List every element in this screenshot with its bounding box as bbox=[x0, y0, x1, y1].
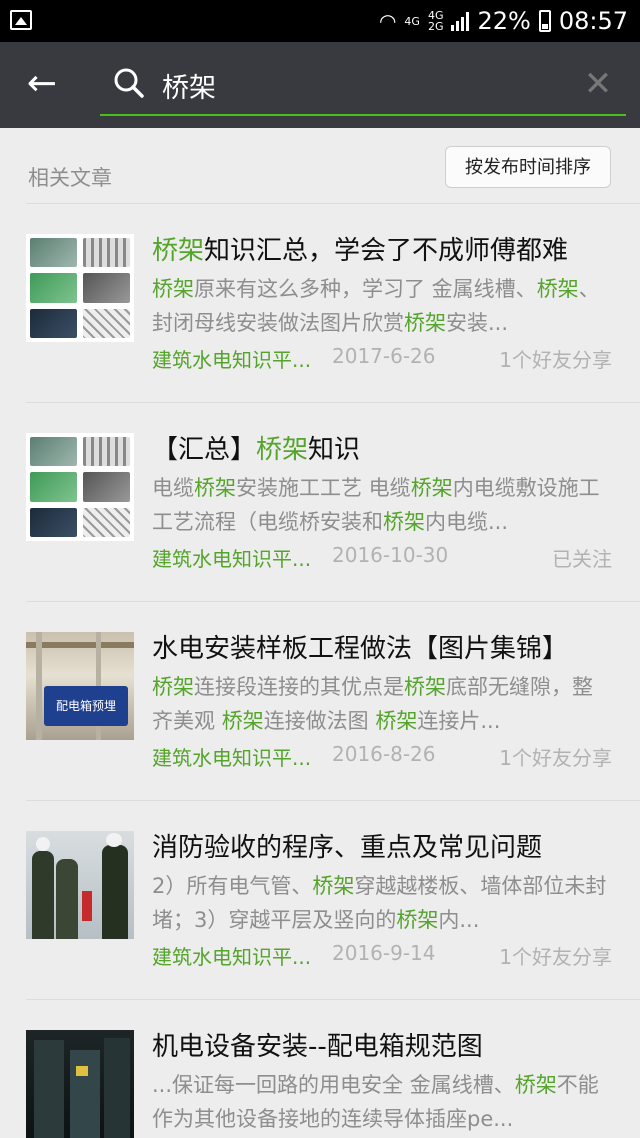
section-title: 相关文章 bbox=[28, 166, 112, 190]
article-source[interactable]: 建筑水电知识平... bbox=[152, 941, 311, 970]
network-indicator-2: 4G 2G bbox=[427, 9, 444, 33]
article-date: 2016-9-14 bbox=[332, 941, 436, 965]
article-title: 机电设备安装--配电箱规范图 bbox=[152, 1032, 483, 1062]
article-item[interactable]: 消防验收的程序、重点及常见问题 2）所有电气管、桥架穿越越楼板、墙体部位未封堵；… bbox=[0, 801, 640, 999]
article-snippet: 桥架原来有这么多种，学习了 金属线槽、桥架、封闭母线安装做法图片欣赏桥架安装..… bbox=[152, 277, 600, 335]
battery-icon bbox=[538, 10, 551, 32]
back-arrow-icon[interactable]: ← bbox=[22, 64, 62, 104]
article-title: 桥架知识汇总，学会了不成师傅都难 bbox=[152, 236, 569, 266]
article-snippet: 桥架连接段连接的其优点是桥架底部无缝隙，整齐美观 桥架连接做法图 桥架连接片..… bbox=[152, 675, 593, 733]
article-thumbnail: 配电箱预埋 bbox=[26, 632, 134, 740]
article-thumbnail bbox=[26, 234, 134, 342]
clock: 08:57 bbox=[558, 7, 628, 35]
article-meta: 建筑水电知识平... 2016-8-26 1个好友分享 bbox=[152, 742, 612, 772]
sort-by-time-button[interactable]: 按发布时间排序 bbox=[445, 146, 611, 188]
article-snippet: 2）所有电气管、桥架穿越越楼板、墙体部位未封堵；3）穿越平层及竖向的桥架内... bbox=[152, 874, 607, 932]
thumbnail-sign: 配电箱预埋 bbox=[44, 686, 128, 726]
signal-icon bbox=[451, 11, 470, 31]
article-source[interactable]: 建筑水电知识平... bbox=[152, 543, 311, 572]
network-indicator-1: 4G bbox=[404, 14, 420, 28]
search-field[interactable]: 桥架 ✕ bbox=[100, 56, 626, 116]
article-item[interactable]: 【汇总】桥架知识 电缆桥架安装施工工艺 电缆桥架内电缆敷设施工工艺流程（电缆桥安… bbox=[0, 403, 640, 601]
status-bar: ◠ 4G 4G 2G 22% 08:57 bbox=[0, 0, 640, 42]
article-share-status: 1个好友分享 bbox=[499, 746, 612, 770]
article-item[interactable]: 机电设备安装--配电箱规范图 ...保证每一回路的用电安全 金属线槽、桥架不能作… bbox=[0, 1000, 640, 1138]
wifi-icon: ◠ bbox=[378, 9, 397, 33]
article-item[interactable]: 配电箱预埋 水电安装样板工程做法【图片集锦】 桥架连接段连接的其优点是桥架底部无… bbox=[0, 602, 640, 800]
article-meta: 建筑水电知识平... 2016-9-14 1个好友分享 bbox=[152, 941, 612, 971]
search-toolbar: ← 桥架 ✕ bbox=[0, 42, 640, 128]
article-snippet: 电缆桥架安装施工工艺 电缆桥架内电缆敷设施工工艺流程（电缆桥安装和桥架内电缆..… bbox=[152, 476, 600, 534]
article-date: 2016-10-30 bbox=[332, 543, 449, 567]
results-content: 相关文章 按发布时间排序 桥架知识汇总，学会了不成师傅都难 桥架原来有这么多种，… bbox=[0, 128, 640, 1138]
gallery-notification-icon bbox=[10, 10, 32, 30]
article-thumbnail bbox=[26, 1030, 134, 1138]
article-source[interactable]: 建筑水电知识平... bbox=[152, 742, 311, 771]
article-title: 消防验收的程序、重点及常见问题 bbox=[152, 833, 543, 863]
article-thumbnail bbox=[26, 831, 134, 939]
battery-percent: 22% bbox=[477, 7, 531, 35]
article-follow-status: 已关注 bbox=[552, 547, 612, 571]
article-date: 2017-6-26 bbox=[332, 344, 436, 368]
article-date: 2016-8-26 bbox=[332, 742, 436, 766]
search-input[interactable]: 桥架 bbox=[162, 66, 216, 105]
article-thumbnail bbox=[26, 433, 134, 541]
article-meta: 建筑水电知识平... 2016-10-30 已关注 bbox=[152, 543, 612, 573]
article-title: 水电安装样板工程做法【图片集锦】 bbox=[152, 634, 569, 664]
clear-icon[interactable]: ✕ bbox=[580, 66, 616, 102]
article-share-status: 1个好友分享 bbox=[499, 945, 612, 969]
article-meta: 建筑水电知识平... 2017-6-26 1个好友分享 bbox=[152, 344, 612, 374]
article-share-status: 1个好友分享 bbox=[499, 348, 612, 372]
article-title: 【汇总】桥架知识 bbox=[152, 435, 361, 465]
article-source[interactable]: 建筑水电知识平... bbox=[152, 344, 311, 373]
article-snippet: ...保证每一回路的用电安全 金属线槽、桥架不能作为其他设备接地的连续导体插座p… bbox=[152, 1073, 599, 1131]
section-header: 相关文章 按发布时间排序 bbox=[0, 128, 640, 203]
search-icon bbox=[114, 68, 144, 98]
article-item[interactable]: 桥架知识汇总，学会了不成师傅都难 桥架原来有这么多种，学习了 金属线槽、桥架、封… bbox=[0, 204, 640, 402]
